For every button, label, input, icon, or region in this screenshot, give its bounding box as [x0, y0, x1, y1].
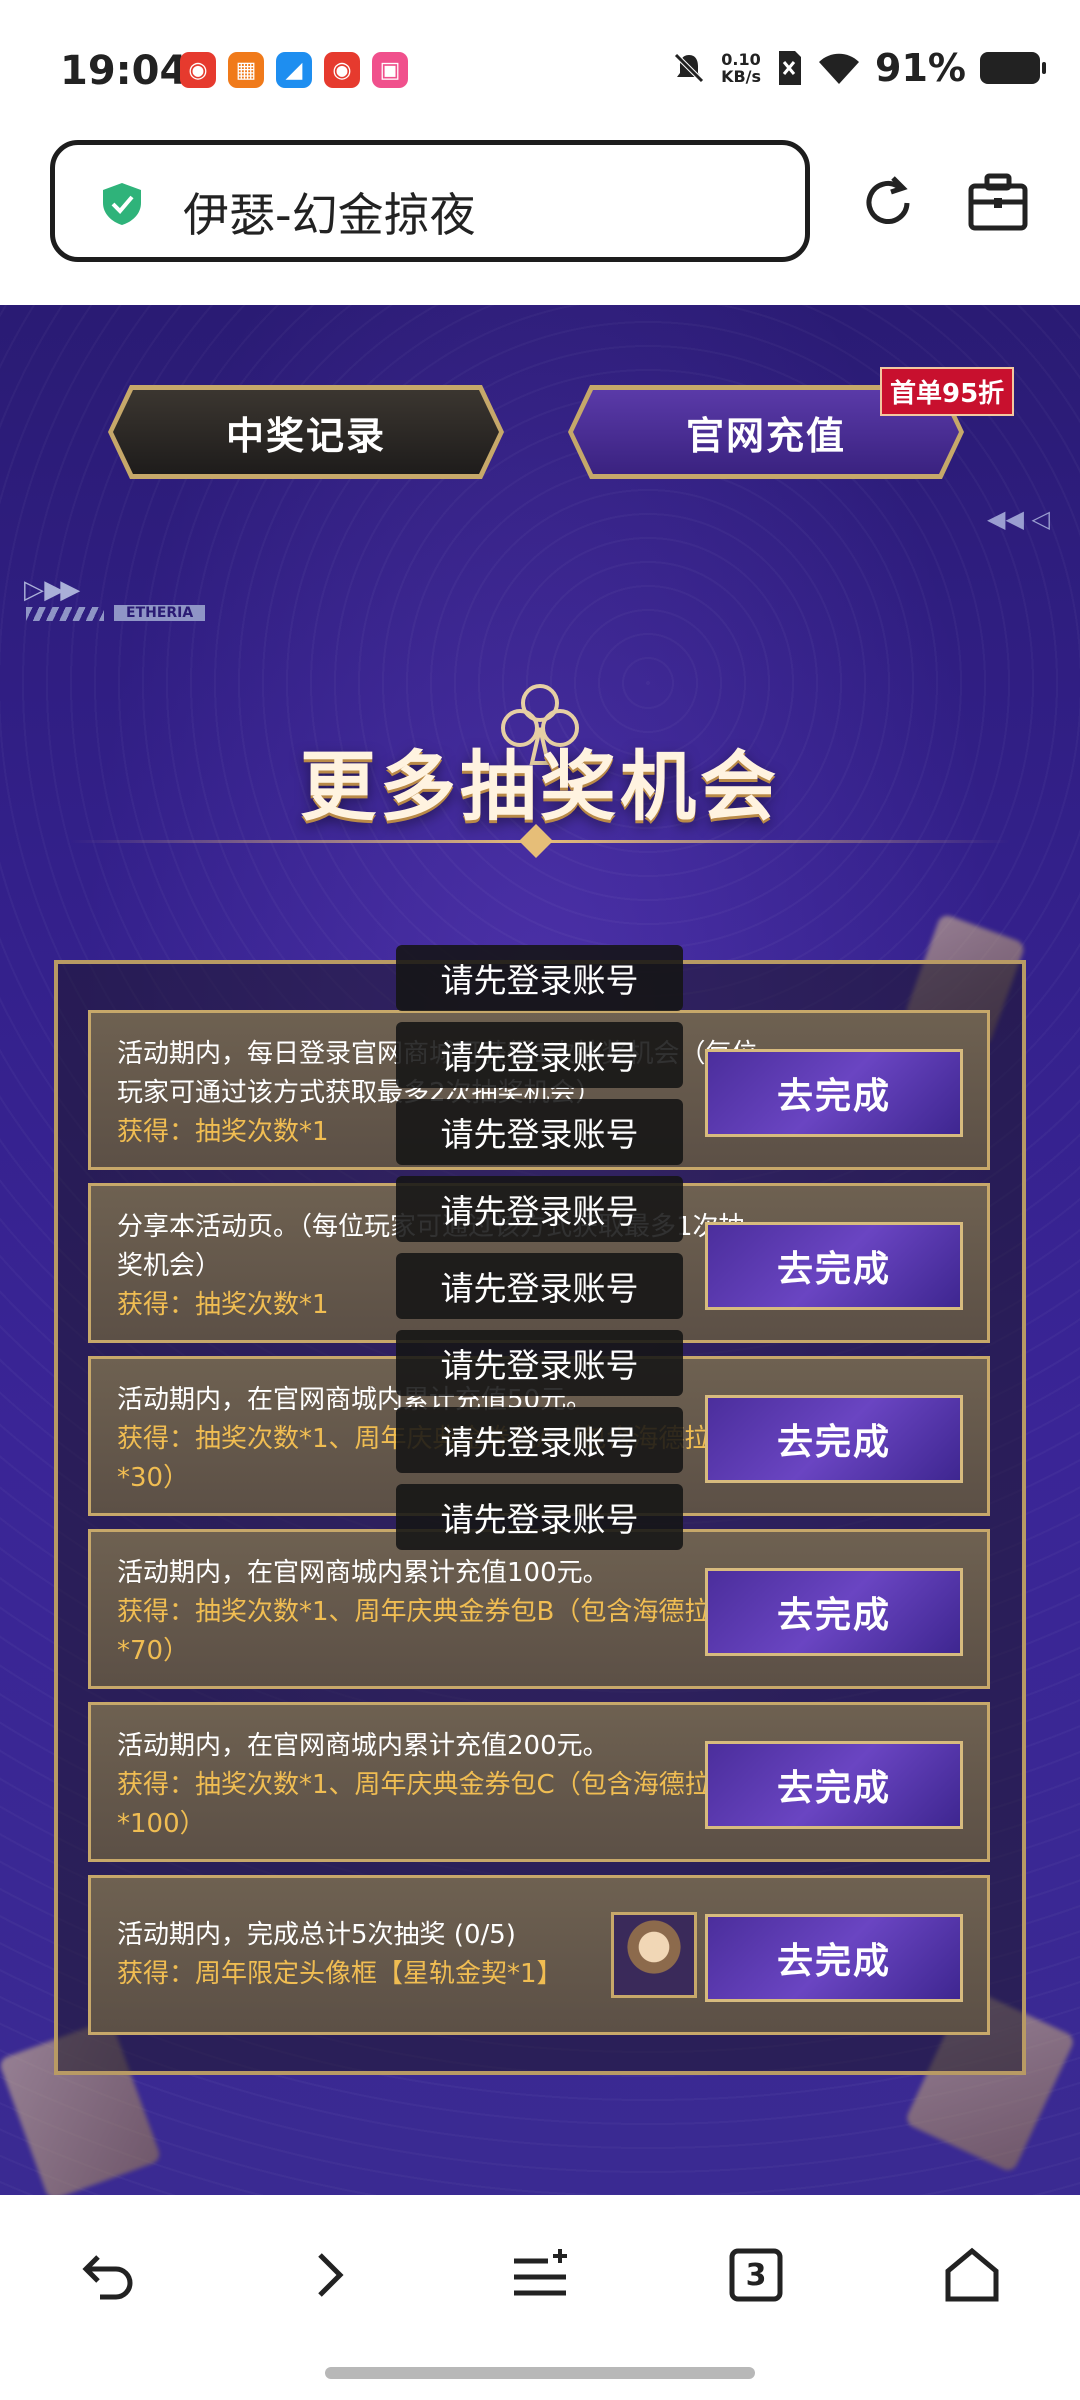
toast-message: 请先登录账号 — [396, 1176, 683, 1242]
notification-icons: ◉ ▦ ◢ ◉ ▣ — [180, 52, 408, 88]
toolbox-icon[interactable] — [965, 170, 1031, 236]
pink-app-icon: ▣ — [372, 52, 408, 88]
prize-records-label: 中奖记录 — [225, 413, 386, 458]
toast-message: 请先登录账号 — [396, 1022, 683, 1088]
status-bar: 19:04 ◉ ▦ ◢ ◉ ▣ 0.10 KB/s 91% — [0, 0, 1080, 140]
toast-message: 请先登录账号 — [396, 1407, 683, 1473]
task-card-recharge-100: 活动期内，在官网商城内累计充值100元。 获得：抽奖次数*1、周年庆典金券包B（… — [88, 1529, 990, 1689]
go-complete-button[interactable]: 去完成 — [705, 1568, 963, 1656]
task-reward: 获得：抽奖次数*1、周年庆典金券包C（包含海德拉金券*100） — [117, 1770, 763, 1839]
back-button[interactable] — [68, 2235, 148, 2315]
bottom-navigation: 3 — [0, 2195, 1080, 2400]
notification-app-icon: ◉ — [180, 52, 216, 88]
home-indicator[interactable] — [325, 2367, 755, 2379]
etheria-tag: ETHERIA — [114, 605, 206, 621]
tab-count: 3 — [745, 2257, 767, 2293]
go-complete-button[interactable]: 去完成 — [705, 1049, 963, 1137]
reload-icon[interactable] — [855, 170, 921, 236]
toast-message: 请先登录账号 — [396, 1099, 683, 1165]
status-time: 19:04 — [60, 48, 188, 94]
official-recharge-label: 官网充值 — [685, 413, 846, 458]
wifi-icon — [819, 53, 860, 84]
page-title: 伊瑟-幻金掠夜 — [183, 188, 476, 242]
rewind-decoration-icon: ◀◀ ◁ — [987, 505, 1050, 533]
home-icon — [945, 2247, 999, 2302]
prize-records-button[interactable]: 中奖记录 — [108, 385, 504, 479]
home-button[interactable] — [932, 2235, 1012, 2315]
task-description: 活动期内，在官网商城内累计充值100元。 获得：抽奖次数*1、周年庆典金券包B（… — [117, 1554, 767, 1671]
task-card-draw-5: 活动期内，完成总计5次抽奖 (0/5) 获得：周年限定头像框【星轨金契*1】 去… — [88, 1875, 990, 2035]
toast-message: 请先登录账号 — [396, 1253, 683, 1319]
task-description: 活动期内，在官网商城内累计充值200元。 获得：抽奖次数*1、周年庆典金券包C（… — [117, 1727, 767, 1844]
task-card-recharge-200: 活动期内，在官网商城内累计充值200元。 获得：抽奖次数*1、周年庆典金券包C（… — [88, 1702, 990, 1862]
task-reward: 获得：抽奖次数*1、周年庆典金券包B（包含海德拉金券*70） — [117, 1597, 763, 1666]
toast-message: 请先登录账号 — [396, 1330, 683, 1396]
avatar-frame-reward — [611, 1912, 697, 1998]
web-content: 中奖记录 官网充值 首单95折 ▷ ▶▶ ETHERIA ◀◀ ◁ 更多抽奖机会… — [0, 305, 1080, 2195]
net-speed-unit: KB/s — [721, 67, 762, 86]
sim-off-icon — [779, 51, 802, 85]
tabs-button[interactable]: 3 — [716, 2235, 796, 2315]
forward-button[interactable] — [288, 2235, 368, 2315]
menu-button[interactable] — [500, 2235, 580, 2315]
battery-icon — [980, 52, 1046, 84]
forward-icon — [318, 2253, 344, 2297]
go-complete-button[interactable]: 去完成 — [705, 1395, 963, 1483]
net-speed: 0.10 KB/s — [721, 51, 761, 85]
section-title: 更多抽奖机会 — [300, 742, 780, 831]
blue-app-icon: ◢ — [276, 52, 312, 88]
grid-app-icon: ▦ — [228, 52, 264, 88]
play-decoration-icon: ▷ ▶▶ — [24, 575, 80, 605]
red-app-icon: ◉ — [324, 52, 360, 88]
stripes-decoration — [26, 607, 104, 621]
go-complete-button[interactable]: 去完成 — [705, 1741, 963, 1829]
address-bar[interactable]: 伊瑟-幻金掠夜 — [50, 140, 810, 262]
browser-toolbar: 伊瑟-幻金掠夜 — [0, 140, 1080, 305]
go-complete-button[interactable]: 去完成 — [705, 1914, 963, 2002]
mute-icon — [674, 53, 704, 83]
go-complete-button[interactable]: 去完成 — [705, 1222, 963, 1310]
back-icon — [82, 2255, 133, 2300]
net-speed-value: 0.10 — [721, 50, 761, 69]
task-text: 活动期内，在官网商城内累计充值100元。 — [117, 1558, 609, 1588]
discount-badge: 首单95折 — [880, 367, 1015, 416]
toast-message: 请先登录账号 — [396, 945, 683, 1011]
battery-percent: 91% — [875, 46, 966, 90]
task-text: 活动期内，在官网商城内累计充值200元。 — [117, 1731, 609, 1761]
shield-check-icon — [103, 183, 141, 225]
status-right: 0.10 KB/s 91% — [671, 46, 1046, 90]
toast-message: 请先登录账号 — [396, 1484, 683, 1550]
menu-icon — [514, 2249, 567, 2296]
